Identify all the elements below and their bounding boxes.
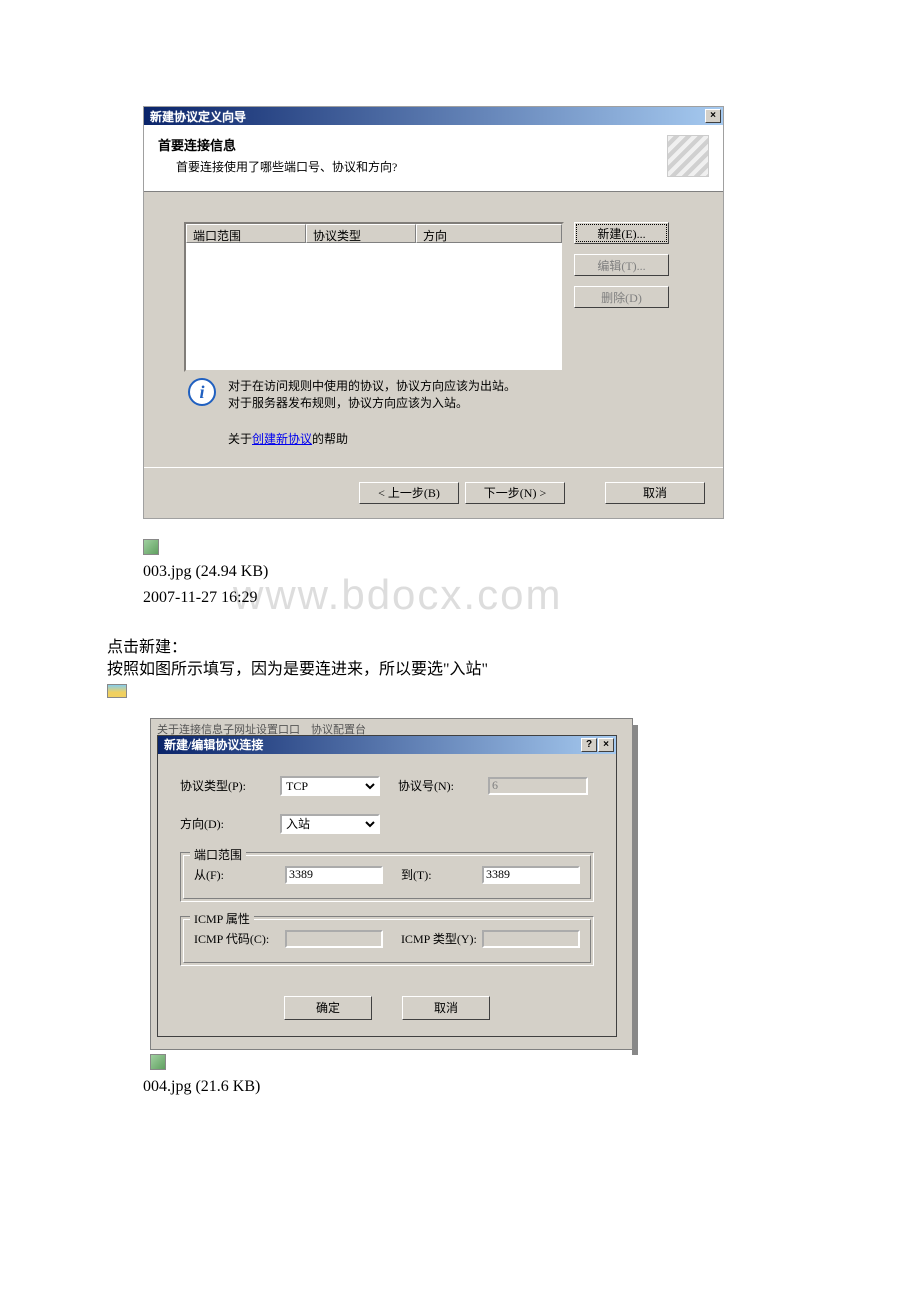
header-title: 首要连接信息 <box>158 135 397 154</box>
help-icon[interactable]: ? <box>581 738 597 752</box>
icmp-code-input <box>285 930 383 948</box>
ok-button[interactable]: 确定 <box>284 996 372 1020</box>
protocol-type-label: 协议类型(P): <box>180 777 280 794</box>
icmp-type-label: ICMP 类型(Y): <box>401 930 482 947</box>
cancel-button[interactable]: 取消 <box>605 482 705 504</box>
icmp-group: ICMP 属性 ICMP 代码(C): ICMP 类型(Y): <box>180 916 594 966</box>
wizard-icon <box>667 135 709 177</box>
wizard-footer: < 上一步(B) 下一步(N) > 取消 <box>144 467 723 518</box>
wizard-content: 端口范围 协议类型 方向 新建(E)... 编辑(T)... 删除(D) i 对… <box>144 192 723 467</box>
protocol-type-select[interactable]: TCP <box>280 776 380 796</box>
connection-list[interactable]: 端口范围 协议类型 方向 <box>184 222 564 372</box>
direction-select[interactable]: 入站 <box>280 814 380 834</box>
dialog-footer: 确定 取消 <box>158 990 616 1036</box>
titlebar[interactable]: 新建/编辑协议连接 ? × <box>158 736 616 754</box>
partial-text: 关于连接信息子网址设置口口 协议配置台 <box>151 719 632 735</box>
icmp-type-input <box>482 930 580 948</box>
col-protocol-type[interactable]: 协议类型 <box>306 224 416 243</box>
from-input[interactable] <box>285 866 383 884</box>
delete-button: 删除(D) <box>574 286 669 308</box>
background-dialog: 关于连接信息子网址设置口口 协议配置台 新建/编辑协议连接 ? × 协议类型(P… <box>150 718 633 1050</box>
from-label: 从(F): <box>194 866 285 883</box>
port-range-legend: 端口范围 <box>190 846 246 863</box>
help-text: 关于创建新协议的帮助 <box>228 430 705 447</box>
icmp-code-label: ICMP 代码(C): <box>194 930 285 947</box>
protocol-num-input <box>488 777 588 795</box>
close-icon[interactable]: × <box>705 109 721 123</box>
image-timestamp: 2007-11-27 16:29 www.bdocx.com <box>143 589 920 607</box>
protocol-num-label: 协议号(N): <box>398 777 488 794</box>
info-text: 对于在访问规则中使用的协议，协议方向应该为出站。 对于服务器发布规则，协议方向应… <box>228 378 516 412</box>
direction-label: 方向(D): <box>180 815 280 832</box>
window-title: 新建协议定义向导 <box>146 108 246 125</box>
help-link[interactable]: 创建新协议 <box>252 432 312 446</box>
edit-protocol-dialog: 新建/编辑协议连接 ? × 协议类型(P): TCP 协议号(N): 方向(D)… <box>157 735 617 1037</box>
placeholder-icon <box>107 684 127 698</box>
to-input[interactable] <box>482 866 580 884</box>
to-label: 到(T): <box>401 866 482 883</box>
col-direction[interactable]: 方向 <box>416 224 562 243</box>
image-caption: 003.jpg (24.94 KB) <box>143 563 920 581</box>
back-button[interactable]: < 上一步(B) <box>359 482 459 504</box>
placeholder-icon <box>150 1054 166 1070</box>
wizard-dialog: 新建协议定义向导 × 首要连接信息 首要连接使用了哪些端口号、协议和方向? 端口… <box>143 106 724 519</box>
port-range-group: 端口范围 从(F): 到(T): <box>180 852 594 902</box>
new-button[interactable]: 新建(E)... <box>574 222 669 244</box>
window-title: 新建/编辑协议连接 <box>160 736 263 753</box>
cancel-button[interactable]: 取消 <box>402 996 490 1020</box>
edit-button: 编辑(T)... <box>574 254 669 276</box>
info-icon: i <box>188 378 216 406</box>
col-port-range[interactable]: 端口范围 <box>186 224 306 243</box>
header-subtitle: 首要连接使用了哪些端口号、协议和方向? <box>176 158 397 175</box>
placeholder-icon <box>143 539 159 555</box>
titlebar[interactable]: 新建协议定义向导 × <box>144 107 723 125</box>
list-header: 端口范围 协议类型 方向 <box>186 224 562 243</box>
image-caption: 004.jpg (21.6 KB) <box>143 1078 920 1096</box>
wizard-header: 首要连接信息 首要连接使用了哪些端口号、协议和方向? <box>144 125 723 192</box>
next-button[interactable]: 下一步(N) > <box>465 482 565 504</box>
icmp-legend: ICMP 属性 <box>190 910 254 927</box>
close-icon[interactable]: × <box>598 738 614 752</box>
body-text: 点击新建： 按照如图所示填写，因为是要连进来，所以要选"入站" <box>107 637 920 682</box>
